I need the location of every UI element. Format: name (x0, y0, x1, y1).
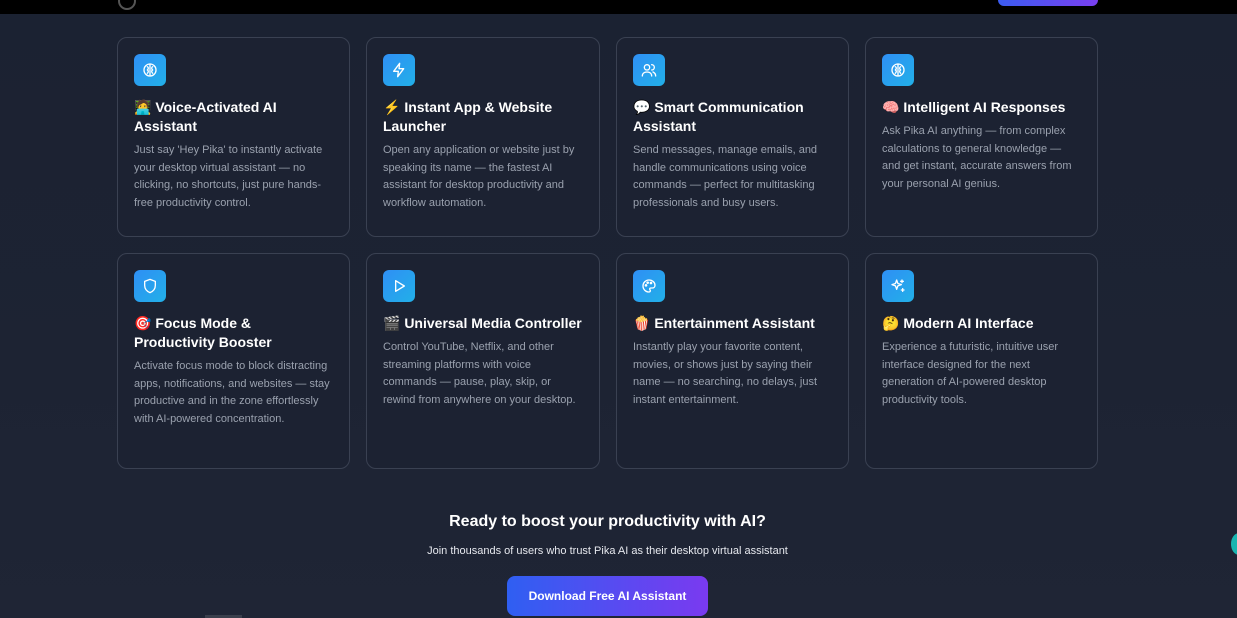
feature-description: Experience a futuristic, intuitive user … (882, 341, 1059, 406)
play-icon (383, 270, 415, 302)
feature-card-interface: 🤔 Modern AI Interface Experience a futur… (865, 253, 1098, 469)
feature-card-media: 🎬 Universal Media Controller Control You… (366, 253, 600, 469)
feature-description: Send messages, manage emails, and handle… (633, 144, 818, 209)
features-grid: 🧑‍💻 Voice-Activated AI Assistant Just sa… (117, 37, 1098, 469)
feature-title: 🎬 Universal Media Controller (383, 315, 582, 331)
feature-card-launcher: ⚡ Instant App & Website Launcher Open an… (366, 37, 600, 237)
cta-subtitle: Join thousands of users who trust Pika A… (427, 545, 788, 557)
brain-icon (134, 54, 166, 86)
feature-card-entertainment: 🍿 Entertainment Assistant Instantly play… (616, 253, 849, 469)
feature-title: 🍿 Entertainment Assistant (633, 315, 815, 331)
feature-card-voice: 🧑‍💻 Voice-Activated AI Assistant Just sa… (117, 37, 350, 237)
feature-card-responses: 🧠 Intelligent AI Responses Ask Pika AI a… (865, 37, 1098, 237)
lightning-icon (383, 54, 415, 86)
sparkles-icon (882, 270, 914, 302)
brain-icon (882, 54, 914, 86)
palette-icon (633, 270, 665, 302)
feature-title: 💬 Smart Communication Assistant (633, 99, 804, 134)
cta-title: Ready to boost your productivity with AI… (449, 513, 766, 530)
feature-description: Instantly play your favorite content, mo… (633, 341, 818, 406)
feature-title: ⚡ Instant App & Website Launcher (383, 99, 553, 134)
users-icon (633, 54, 665, 86)
chat-widget-icon[interactable] (1231, 533, 1237, 555)
feature-card-communication: 💬 Smart Communication Assistant Send mes… (616, 37, 849, 237)
download-button[interactable]: Download Free AI Assistant (507, 576, 708, 616)
nav-cta-button[interactable] (998, 0, 1098, 6)
feature-description: Just say 'Hey Pika' to instantly activat… (134, 144, 323, 209)
feature-description: Activate focus mode to block distracting… (134, 360, 330, 425)
feature-description: Ask Pika AI anything — from complex calc… (882, 125, 1072, 190)
shield-icon (134, 270, 166, 302)
feature-title: 🎯 Focus Mode & Productivity Booster (134, 315, 272, 350)
feature-title: 🧑‍💻 Voice-Activated AI Assistant (134, 99, 277, 134)
feature-description: Control YouTube, Netflix, and other stre… (383, 341, 576, 406)
feature-title: 🤔 Modern AI Interface (882, 315, 1034, 331)
feature-title: 🧠 Intelligent AI Responses (882, 99, 1066, 115)
logo-icon[interactable] (118, 0, 136, 10)
feature-description: Open any application or website just by … (383, 144, 575, 209)
top-nav-bar (0, 0, 1237, 14)
feature-card-focus: 🎯 Focus Mode & Productivity Booster Acti… (117, 253, 350, 469)
cta-section: Ready to boost your productivity with AI… (0, 510, 1215, 559)
